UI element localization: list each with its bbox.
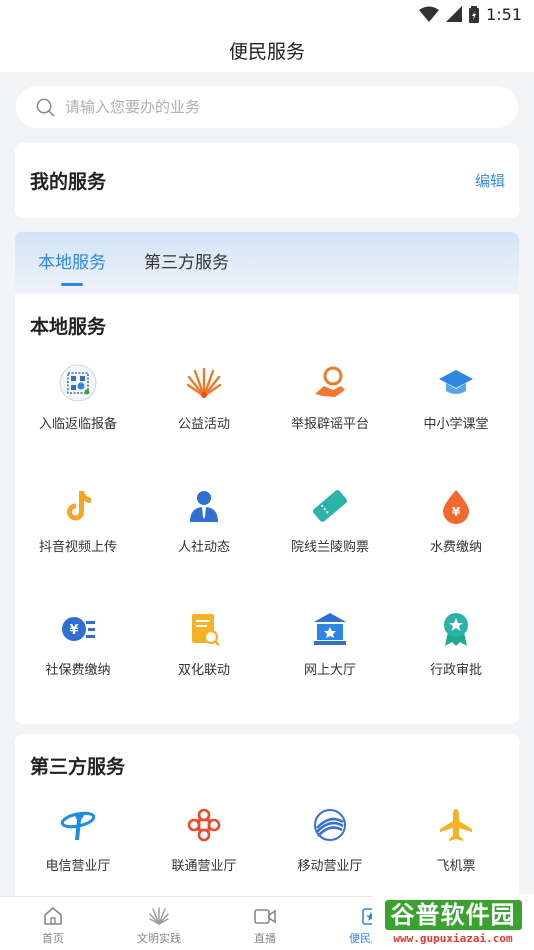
peacock-icon [149, 907, 169, 925]
graduation-cap-icon [437, 364, 475, 402]
approval-badge-icon [437, 610, 475, 648]
service-label: 公益活动 [177, 417, 230, 432]
svg-text:¥: ¥ [69, 623, 78, 638]
service-label: 入临返临报备 [38, 417, 117, 432]
service-item[interactable]: ¥ 社保费缴纳 [15, 610, 141, 733]
page-title: 便民服务 [228, 40, 305, 63]
service-item[interactable]: ¥ 水费缴纳 [393, 487, 519, 610]
service-label: 举报辟谣平台 [290, 417, 369, 432]
qr-code-icon [59, 364, 97, 402]
service-item[interactable]: 抖音视频上传 [15, 487, 141, 610]
person-icon [185, 487, 223, 525]
hall-building-icon [311, 610, 349, 648]
watermark: 谷普软件园 www.gupuxiazai.com [372, 894, 534, 950]
third-party-services-title: 第三方服务 [30, 756, 126, 778]
search-input[interactable] [65, 98, 465, 116]
signal-icon [446, 6, 463, 22]
service-label: 飞机票 [436, 859, 476, 874]
service-label: 社保费缴纳 [45, 663, 111, 678]
service-label: 院线兰陵购票 [290, 540, 369, 555]
status-bar: 1:51 [0, 0, 534, 28]
service-label: 行政审批 [429, 663, 482, 678]
service-item[interactable]: 网上大厅 [267, 610, 393, 733]
svg-text:¥: ¥ [452, 505, 461, 519]
telecom-icon [59, 806, 97, 844]
service-tabs: 本地服务 第三方服务 [15, 232, 519, 294]
third-party-services-card: 第三方服务 电信营业厅 联通营业厅 移动营业厅 飞机票 [15, 734, 519, 904]
third-party-services-grid: 电信营业厅 联通营业厅 移动营业厅 飞机票 [15, 806, 519, 896]
service-label: 联通营业厅 [171, 859, 237, 874]
nav-item-home[interactable]: 首页 [0, 897, 106, 950]
yuan-coin-icon: ¥ [59, 610, 97, 648]
search-bar[interactable] [16, 86, 518, 128]
service-label: 网上大厅 [303, 663, 356, 678]
water-drop-icon: ¥ [437, 487, 475, 525]
local-services-title: 本地服务 [30, 316, 107, 338]
unicom-icon [185, 806, 223, 844]
service-item[interactable]: 院线兰陵购票 [267, 487, 393, 610]
search-area [0, 72, 534, 134]
service-item[interactable]: 入临返临报备 [15, 364, 141, 487]
clock: 1:51 [486, 4, 522, 24]
service-label: 抖音视频上传 [38, 540, 117, 555]
home-icon [44, 906, 62, 925]
watermark-url: www.gupuxiazai.com [393, 931, 513, 945]
service-item[interactable]: 联通营业厅 [141, 806, 267, 896]
my-services-title: 我的服务 [30, 171, 107, 193]
tiktok-icon [59, 487, 97, 525]
battery-icon [469, 5, 480, 23]
service-item[interactable]: 举报辟谣平台 [267, 364, 393, 487]
local-services-card: 本地服务 入临返临报备 公益活动 举报辟谣平台 中小学课堂 抖音视频上传 人社动… [15, 294, 519, 724]
service-label: 中小学课堂 [423, 417, 489, 432]
service-label: 水费缴纳 [429, 540, 482, 555]
mobile-icon [311, 806, 349, 844]
nav-label: 首页 [42, 932, 64, 945]
nav-label: 文明实践 [137, 932, 181, 945]
service-item[interactable]: 公益活动 [141, 364, 267, 487]
service-item[interactable]: 飞机票 [393, 806, 519, 896]
video-camera-icon [254, 909, 276, 924]
service-item[interactable]: 中小学课堂 [393, 364, 519, 487]
watermark-brand: 谷普软件园 [384, 899, 522, 930]
service-item[interactable]: 双化联动 [141, 610, 267, 733]
report-hand-icon [311, 364, 349, 402]
search-icon [36, 98, 55, 117]
nav-item-civilization[interactable]: 文明实践 [106, 897, 212, 950]
airplane-icon [437, 806, 475, 844]
header: 便民服务 [0, 28, 534, 72]
service-item[interactable]: 行政审批 [393, 610, 519, 733]
nav-item-live[interactable]: 直播 [212, 897, 318, 950]
my-services-card: 我的服务 编辑 [15, 143, 519, 218]
edit-button[interactable]: 编辑 [475, 170, 505, 191]
ticket-icon [311, 487, 349, 525]
service-item[interactable]: 人社动态 [141, 487, 267, 610]
service-item[interactable]: 电信营业厅 [15, 806, 141, 896]
document-icon [185, 610, 223, 648]
local-services-grid: 入临返临报备 公益活动 举报辟谣平台 中小学课堂 抖音视频上传 人社动态 院线兰… [15, 364, 519, 733]
nav-label: 直播 [254, 932, 276, 945]
service-label: 电信营业厅 [45, 859, 111, 874]
wifi-icon [419, 6, 440, 22]
tab-local-services[interactable]: 本地服务 [38, 232, 106, 294]
service-item[interactable]: 移动营业厅 [267, 806, 393, 896]
tab-third-party-services[interactable]: 第三方服务 [144, 232, 229, 294]
service-label: 双化联动 [177, 663, 230, 678]
service-label: 人社动态 [177, 540, 230, 555]
peacock-icon [185, 364, 223, 402]
service-label: 移动营业厅 [297, 859, 363, 874]
